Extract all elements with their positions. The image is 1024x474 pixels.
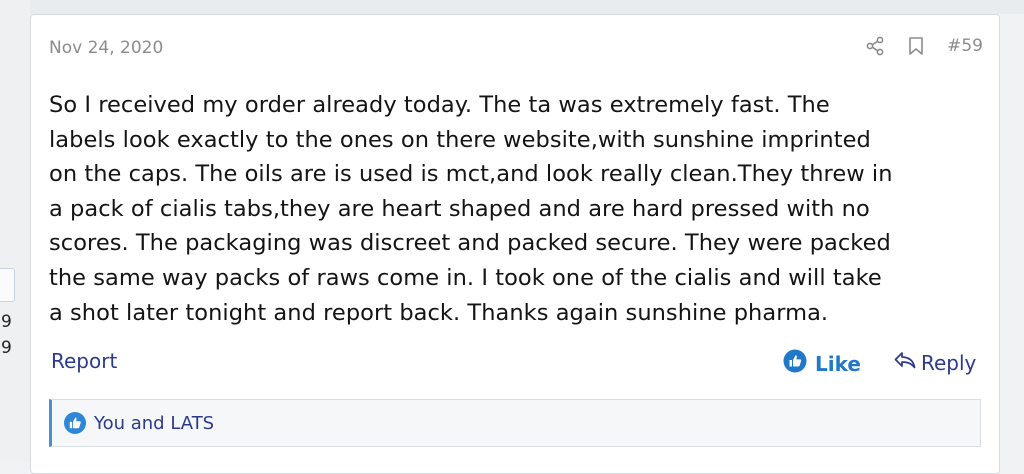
post-body-line: a shot later tonight and report back. Th…: [49, 299, 829, 326]
sidebar-fragment: [0, 0, 30, 462]
post-body-line: labels look exactly to the ones on there…: [49, 126, 871, 153]
post-body-line: So I received my order already today. Th…: [49, 92, 830, 118]
bookmark-icon[interactable]: [907, 36, 925, 56]
post-card: Nov 24, 2020 #59 So I received my order …: [30, 14, 1000, 474]
post-body-line: on the caps. The oils are is used is mct…: [49, 161, 893, 188]
like-button[interactable]: Like: [783, 349, 861, 378]
post-footer: Report Like Reply: [51, 349, 981, 379]
sidebar-box-fragment: [0, 268, 15, 302]
post-body-line: scores. The packaging was discreet and p…: [49, 230, 891, 257]
reply-arrow-icon: [893, 349, 917, 376]
share-icon[interactable]: [865, 36, 885, 56]
top-band: [0, 0, 1024, 14]
post-body-line: the same way packs of raws come in. I to…: [49, 264, 882, 291]
sidebar-number-2: 9: [1, 338, 12, 358]
reply-label: Reply: [921, 350, 977, 375]
reactions-bar[interactable]: You and LATS: [49, 399, 981, 447]
like-reaction-icon: [64, 412, 86, 434]
thumbs-up-icon: [783, 349, 807, 378]
like-label: Like: [815, 351, 861, 376]
reply-button[interactable]: Reply: [893, 349, 976, 376]
post-number[interactable]: #59: [947, 36, 983, 56]
sidebar-number-1: 9: [1, 312, 12, 332]
post-body-line: a pack of cialis tabs,they are heart sha…: [49, 195, 870, 222]
report-link[interactable]: Report: [51, 349, 117, 373]
post-actions: #59: [865, 36, 983, 56]
post-body: So I received my order already today. Th…: [49, 88, 969, 330]
reactions-text[interactable]: You and LATS: [94, 413, 214, 434]
post-date[interactable]: Nov 24, 2020: [49, 38, 163, 58]
